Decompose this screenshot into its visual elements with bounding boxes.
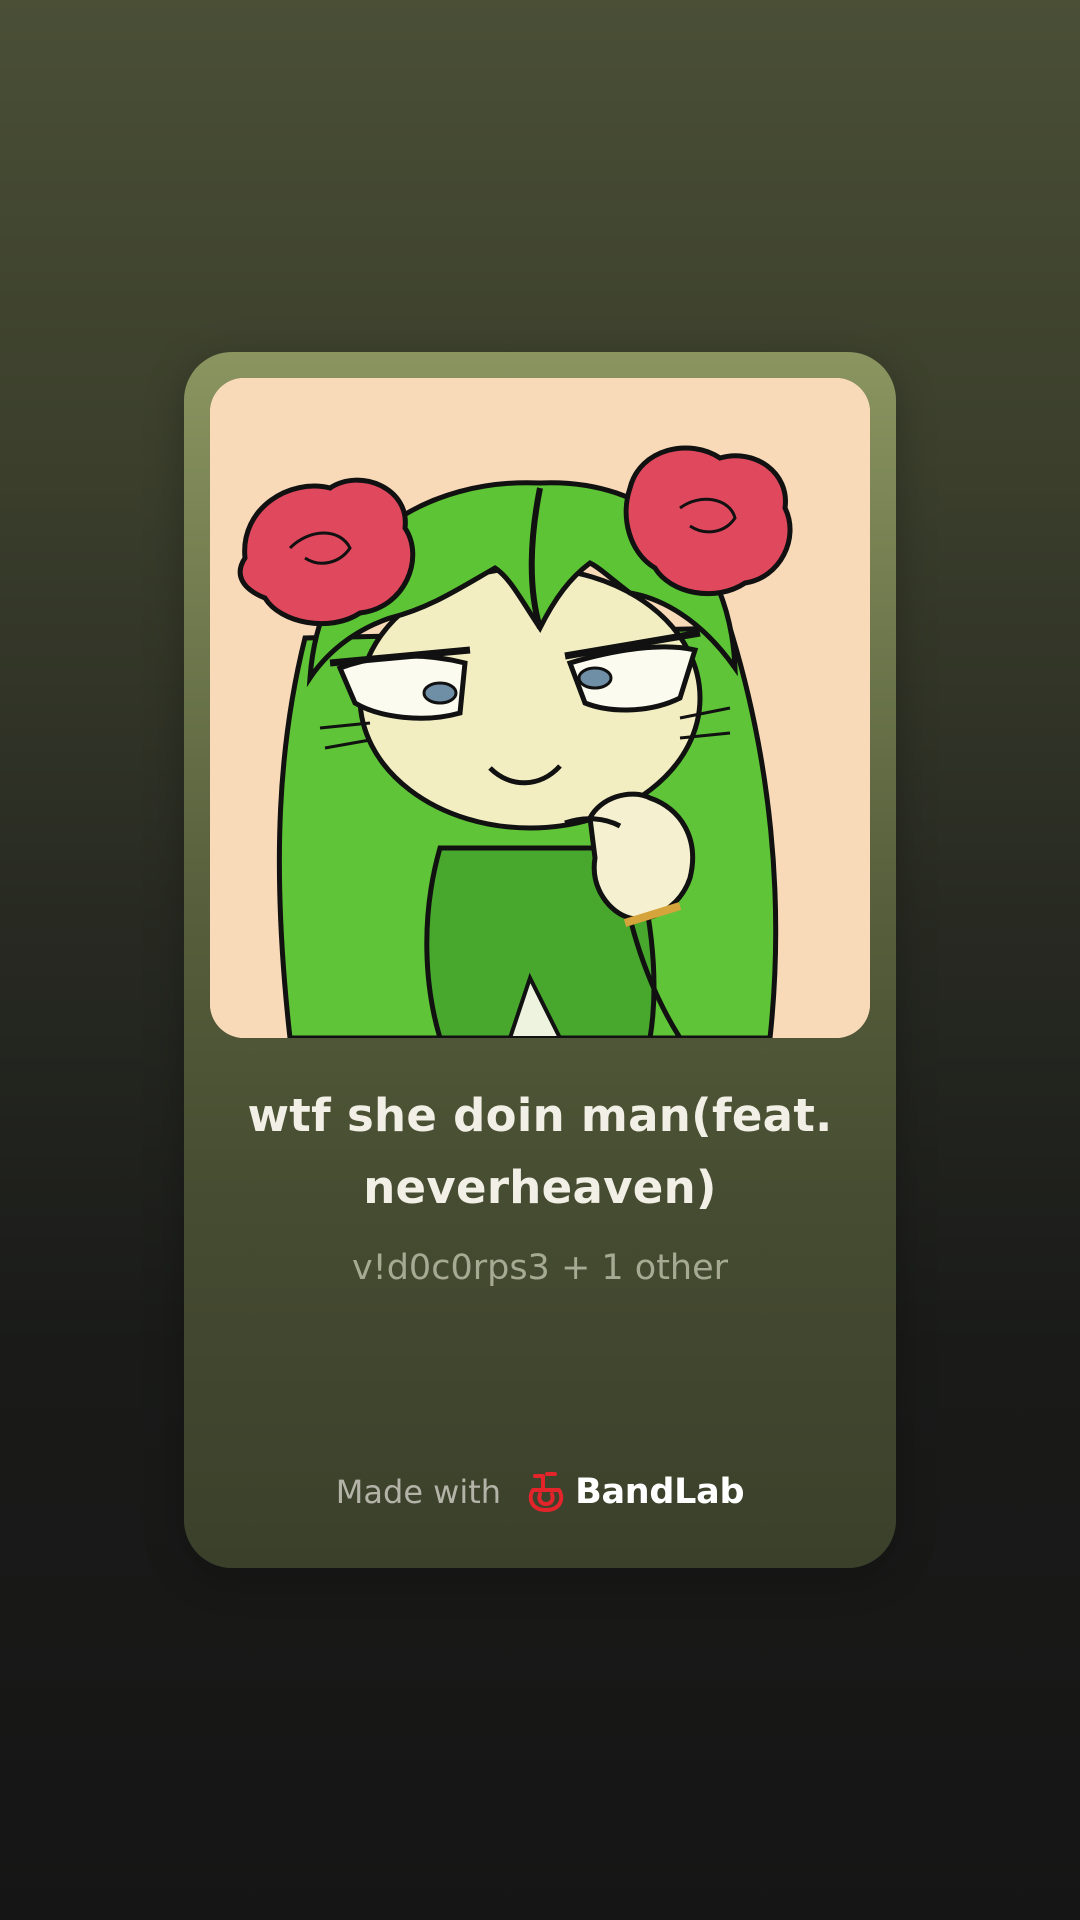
bandlab-logo[interactable]: BandLab xyxy=(525,1470,745,1514)
made-with-footer: Made with BandLab xyxy=(184,1462,896,1522)
bandlab-logo-icon xyxy=(528,1472,564,1512)
track-artists[interactable]: v!d0c0rps3 + 1 other xyxy=(184,1244,896,1292)
track-title: wtf she doin man(feat. neverheaven) xyxy=(247,1089,833,1214)
share-card: wtf she doin man(feat. neverheaven) v!d0… xyxy=(184,352,896,1568)
cover-artwork[interactable] xyxy=(210,378,870,1038)
made-with-label: Made with xyxy=(335,1473,502,1511)
cover-artwork-image xyxy=(210,378,870,1038)
bandlab-wordmark: BandLab xyxy=(575,1472,745,1512)
